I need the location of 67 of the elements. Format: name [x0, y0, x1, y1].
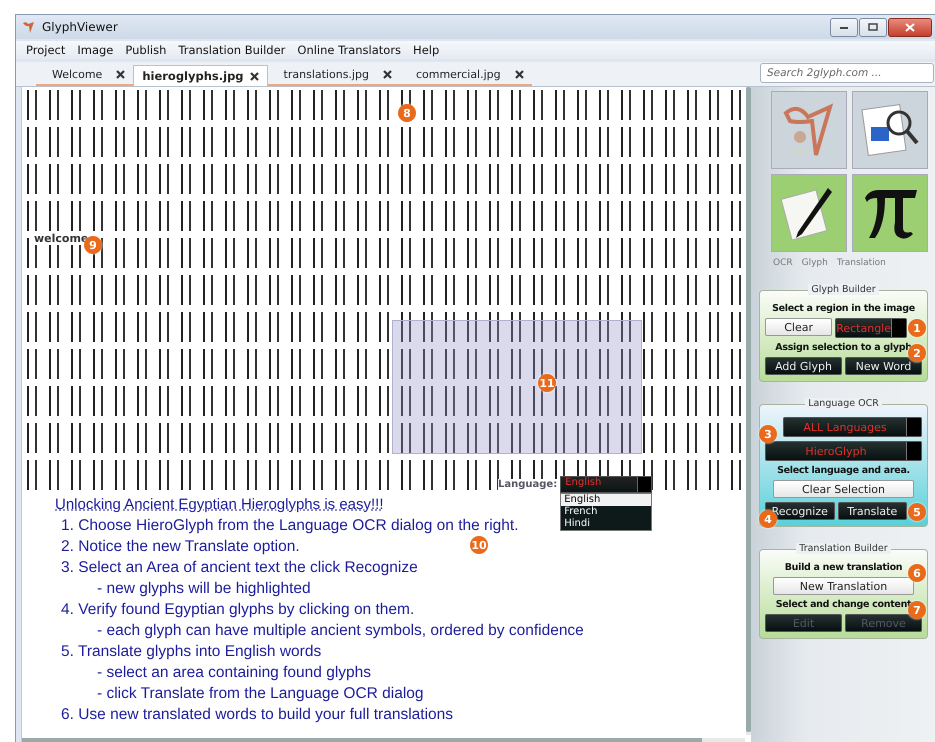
menu-item[interactable]: Image [71, 43, 120, 57]
tool-tile[interactable] [852, 91, 928, 169]
maximize-button[interactable] [859, 18, 887, 36]
action-button[interactable]: New Word [845, 357, 922, 375]
instruction-step: 1. Choose HieroGlyph from the Language OCR dialog on the right. [55, 515, 519, 536]
horizontal-scrollbar[interactable] [22, 738, 745, 742]
dropdown-option[interactable]: French [561, 506, 652, 518]
tool-tile[interactable] [771, 91, 847, 169]
menu-item[interactable]: Project [20, 43, 72, 57]
action-button[interactable]: Clear [765, 318, 832, 336]
minimize-icon [839, 24, 849, 30]
number-badge: 1 [908, 319, 926, 337]
dropdown-option[interactable]: English [561, 494, 652, 506]
instruction-step: 5. Translate glyphs into English words [55, 641, 322, 662]
close-icon[interactable] [250, 72, 259, 80]
close-button[interactable] [888, 18, 932, 36]
close-icon[interactable] [382, 70, 392, 78]
instruction-note: - each glyph can have multiple ancient symbols, ordered by confidence [96, 621, 584, 641]
instructions-title: Unlocking Ancient Egyptian Hieroglyphs is easy!!! [55, 496, 384, 513]
instruction-note: - select an area containing found glyphs [96, 663, 372, 683]
app-logo-icon [22, 20, 36, 34]
group-title: Glyph Builder [808, 284, 879, 295]
tile-caption: Translation [836, 258, 886, 268]
maximize-icon [868, 23, 878, 31]
instruction-note: - click Translate from the Language OCR dialog [96, 684, 424, 704]
group-title: Translation Builder [796, 543, 891, 554]
group-title: Language OCR [805, 398, 882, 409]
tile-caption: Glyph [802, 258, 828, 268]
tile-caption: OCR [773, 258, 793, 268]
dropdown[interactable]: Rectangle [835, 318, 907, 338]
number-badge: 5 [908, 503, 926, 521]
menu-item[interactable]: Help [407, 43, 446, 57]
window-title: GlyphViewer [42, 20, 118, 34]
menu-item[interactable]: Publish [119, 43, 172, 57]
instruction-label: Select a region in the image [772, 303, 915, 314]
dropdown-option[interactable]: Hindi [561, 518, 652, 530]
instruction-label: Select and change content [776, 599, 912, 610]
tool-tile[interactable] [771, 174, 847, 252]
action-button[interactable]: New Translation [772, 577, 914, 595]
close-icon[interactable] [514, 70, 524, 78]
number-badge: 10 [470, 536, 488, 554]
instruction-note: - new glyphs will be highlighted [96, 579, 311, 599]
action-button[interactable]: Clear Selection [772, 480, 914, 498]
dropdown[interactable]: HieroGlyph [765, 441, 922, 461]
instruction-step: 6. Use new translated words to build your full translations [55, 704, 454, 725]
menu-item[interactable]: Online Translators [291, 43, 408, 57]
dropdown[interactable]: ALL Languages [783, 417, 922, 437]
minimize-button[interactable] [830, 18, 858, 36]
search-field[interactable]: Search 2glyph.com ... [760, 63, 934, 83]
instruction-step: 3. Select an Area of ancient text the click Recognize [55, 557, 418, 578]
number-badge: 3 [759, 425, 777, 443]
instruction-step: 4. Verify found Egyptian glyphs by clicking on them. [55, 599, 414, 620]
vertical-scrollbar[interactable] [746, 87, 751, 735]
tool-tile[interactable] [852, 174, 928, 252]
tab[interactable]: hieroglyphs.jpg [133, 65, 268, 86]
language-dropdown[interactable]: English [560, 476, 652, 493]
close-icon[interactable] [116, 70, 126, 78]
action-button[interactable]: Add Glyph [765, 357, 842, 375]
language-label: Language: [498, 479, 558, 490]
menu-item[interactable]: Translation Builder [172, 43, 292, 57]
instruction-label: Build a new translation [784, 562, 902, 573]
instruction-step: 2. Notice the new Translate option. [55, 536, 300, 557]
close-icon [905, 22, 915, 32]
instruction-label: Select language and area. [777, 465, 910, 476]
action-button[interactable]: Translate [838, 502, 907, 520]
number-badge: 6 [908, 564, 926, 582]
selection-rectangle[interactable] [392, 320, 642, 454]
